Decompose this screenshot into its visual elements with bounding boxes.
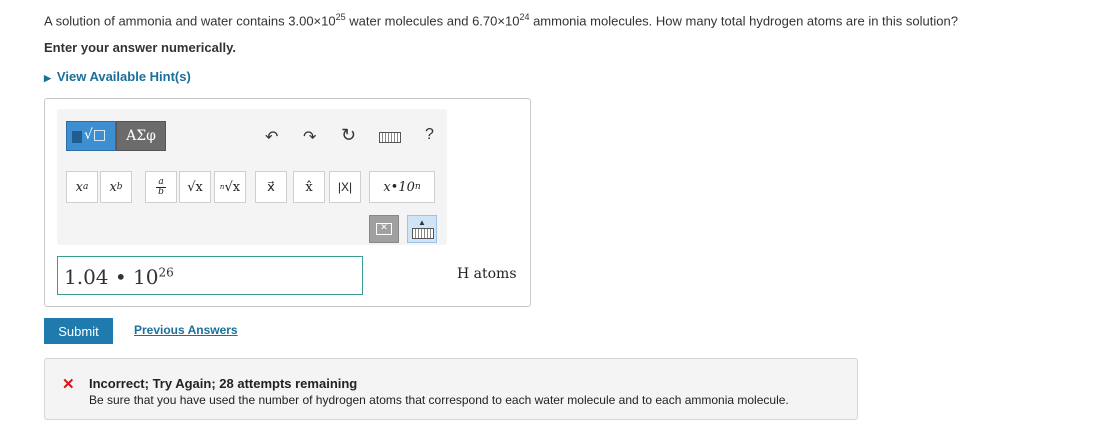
superscript-key[interactable]: xa (66, 171, 98, 203)
reset-icon[interactable]: ↻ (341, 125, 356, 146)
answer-input[interactable]: 1.04 • 1026 (57, 256, 363, 295)
radical-template-icon: √□ (84, 127, 107, 143)
answer-exponent: 26 (158, 265, 174, 280)
feedback-title: Incorrect; Try Again; 28 attempts remain… (89, 376, 358, 391)
caret-up-icon: ▲ (418, 218, 426, 227)
question-part3: ammonia molecules. How many total hydrog… (529, 13, 958, 29)
units-label: H atoms (457, 266, 517, 282)
keyboard-toggle-button[interactable]: ▲ (407, 215, 437, 243)
previous-answers-link[interactable]: Previous Answers (134, 323, 238, 337)
undo-arrow-icon[interactable]: ↶ (265, 127, 278, 147)
keyboard-icon[interactable] (379, 132, 401, 143)
vector-key[interactable]: x⃗ (255, 171, 287, 203)
expand-triangle-icon: ▶ (44, 73, 51, 83)
view-hints-label: View Available Hint(s) (56, 69, 191, 84)
symbols-button[interactable]: ΑΣφ (116, 121, 166, 151)
sqrt-key[interactable]: √x (179, 171, 211, 203)
template-block-icon (72, 131, 82, 143)
frac-denominator: b (158, 186, 164, 197)
nth-root-key[interactable]: n √x (214, 171, 246, 203)
submit-button[interactable]: Submit (44, 318, 113, 344)
sup-base: x (75, 179, 83, 195)
instruction-text: Enter your answer numerically. (44, 40, 236, 55)
sup-exp: a (82, 182, 89, 192)
help-button[interactable]: ? (425, 126, 434, 144)
sci-base: x•10 (383, 179, 415, 195)
fraction-key[interactable]: ab (145, 171, 177, 203)
sub-base: x (109, 179, 117, 195)
incorrect-x-icon: ✕ (62, 376, 75, 393)
question-exp1: 25 (335, 12, 346, 22)
sub-index: b (116, 182, 123, 192)
question-exp2: 24 (519, 12, 530, 22)
sci-exp: n (414, 182, 421, 192)
redo-arrow-icon[interactable]: ↷ (303, 127, 316, 147)
scientific-notation-key[interactable]: x•10 n (369, 171, 435, 203)
question-part2: water molecules and 6.70×10 (345, 13, 520, 29)
subscript-key[interactable]: xb (100, 171, 132, 203)
answer-mantissa: 1.04 • 10 (64, 265, 159, 289)
view-hints-link[interactable]: ▶ View Available Hint(s) (44, 69, 191, 84)
feedback-message: Be sure that you have used the number of… (89, 393, 789, 407)
nroot-symbol: √x (224, 179, 241, 195)
keyboard-icon (412, 228, 434, 239)
backspace-icon: ✕ (376, 223, 392, 235)
feedback-box: ✕ Incorrect; Try Again; 28 attempts rema… (44, 358, 858, 420)
frac-numerator: a (156, 176, 166, 188)
unit-vector-key[interactable]: x̂ (293, 171, 325, 203)
math-toolbar: √□ ΑΣφ ↶ ↷ ↻ ? xa xb ab √x n √x x⃗ x̂ |X|… (57, 109, 447, 245)
math-answer-editor: √□ ΑΣφ ↶ ↷ ↻ ? xa xb ab √x n √x x⃗ x̂ |X|… (44, 98, 531, 307)
question-text: A solution of ammonia and water contains… (44, 12, 958, 28)
question-part1: A solution of ammonia and water contains… (44, 13, 336, 29)
backspace-button[interactable]: ✕ (369, 215, 399, 243)
templates-button[interactable]: √□ (66, 121, 116, 151)
absolute-value-key[interactable]: |X| (329, 171, 361, 203)
